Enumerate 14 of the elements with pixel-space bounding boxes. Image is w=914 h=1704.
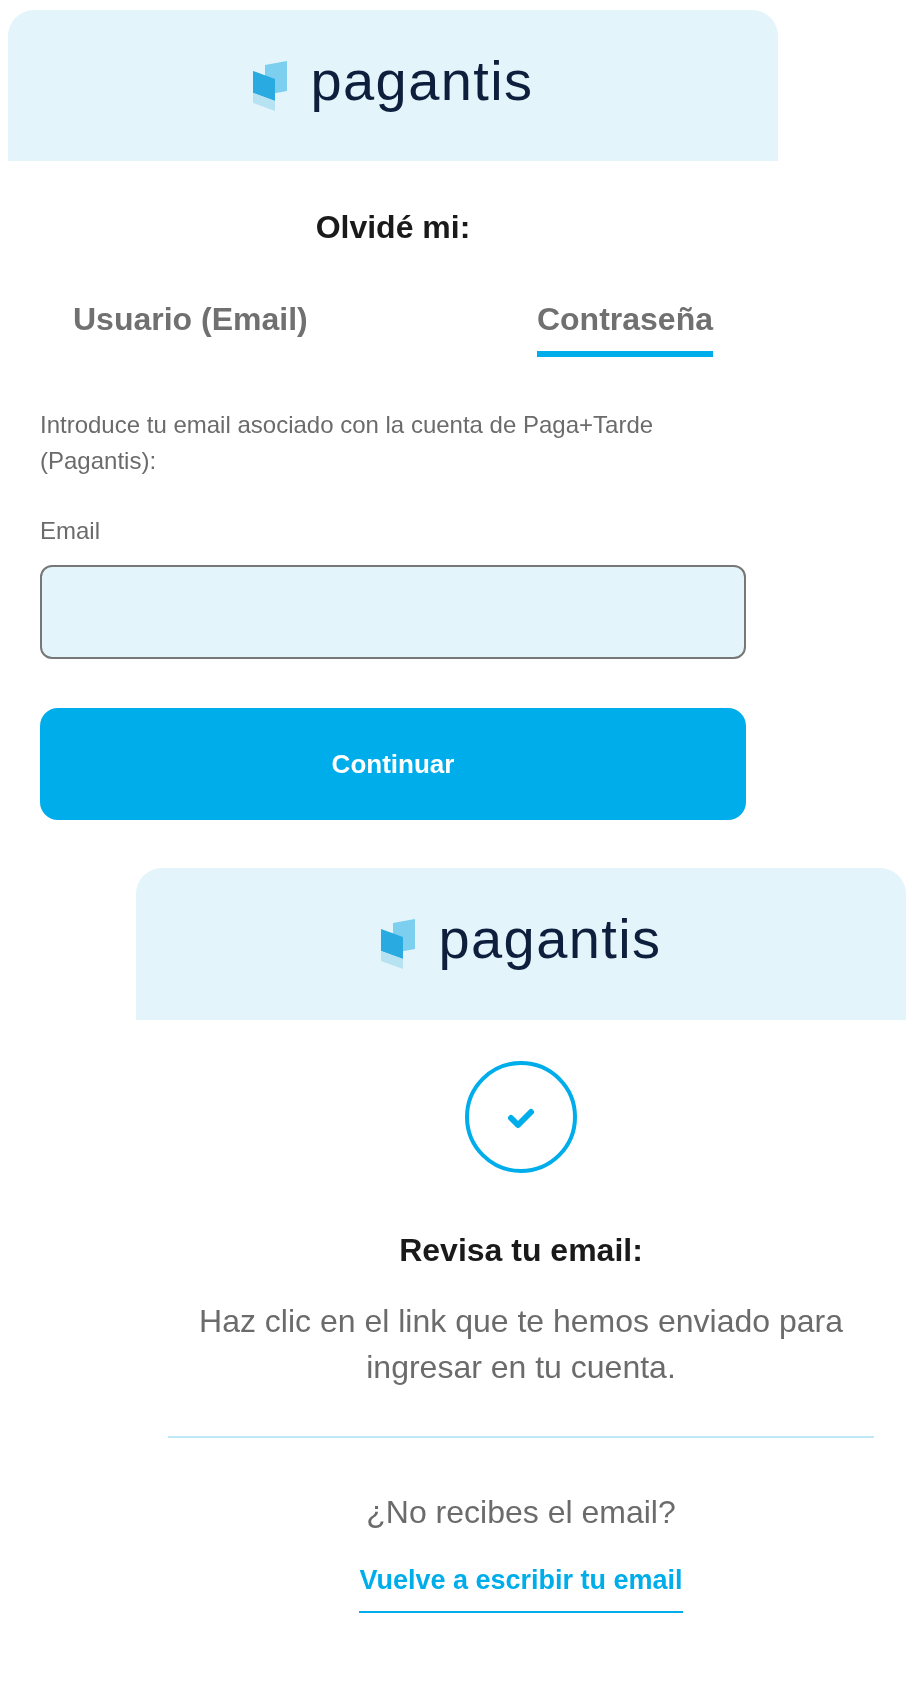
tab[interactable]: Contraseña bbox=[536, 295, 713, 357]
tab[interactable]: Usuario (Email) bbox=[73, 295, 308, 357]
email-field[interactable] bbox=[40, 565, 746, 659]
field-label: Email bbox=[40, 516, 101, 546]
question-text: ¿No recibes el email? bbox=[366, 1493, 676, 1532]
message-text: Haz clic en el link que te hemos enviado para ingresar en tu cuenta. bbox=[198, 1302, 844, 1387]
instructions-text: Introduce tu email asociado con la cuenta de Paga+Tarde (Pagantis): bbox=[40, 410, 655, 476]
continue-button[interactable]: Continuar bbox=[40, 708, 746, 820]
logo-icon bbox=[252, 60, 289, 111]
check-circle-icon bbox=[464, 1060, 578, 1174]
section-title: Revisa tu email: bbox=[399, 1231, 643, 1270]
retry-link[interactable]: Vuelve a escribir tu email bbox=[359, 1560, 683, 1613]
section-title: Olvidé mi: bbox=[314, 208, 472, 247]
logo-icon bbox=[380, 919, 417, 969]
